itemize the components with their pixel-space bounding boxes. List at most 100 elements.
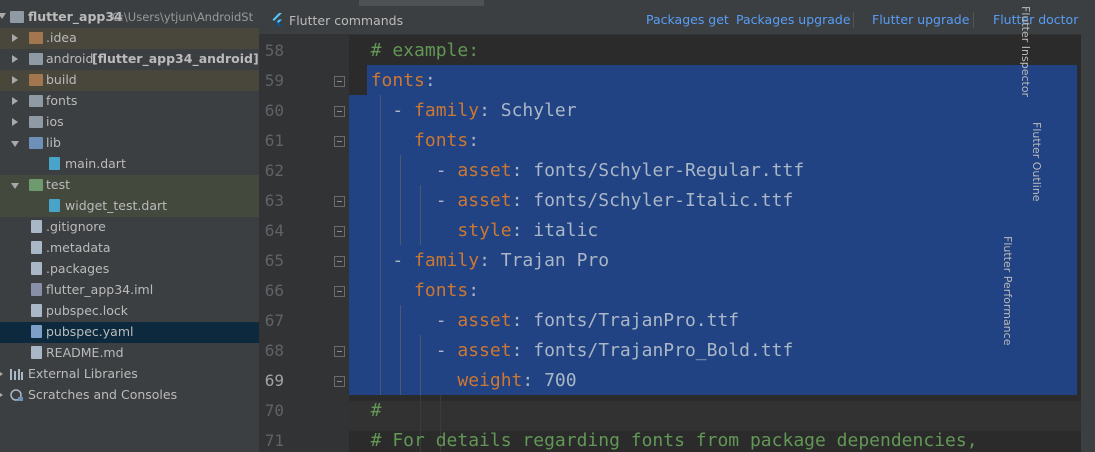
tree-item-external-libraries[interactable]: External Libraries [0, 364, 259, 385]
tree-item-iml[interactable]: flutter_app34.iml [0, 280, 259, 301]
text-file-icon [31, 262, 42, 275]
chevron-right-icon[interactable] [0, 370, 3, 378]
line-number: 68 [264, 341, 284, 360]
code-editor[interactable]: # example: fonts: - family: Schyler font… [349, 35, 1095, 452]
fold-marker-icon[interactable] [334, 226, 345, 237]
module-file-icon [31, 283, 42, 296]
code-line: - family: Trajan Pro [349, 250, 610, 271]
tree-item-metadata[interactable]: .metadata [0, 238, 259, 259]
fold-marker-icon[interactable] [334, 376, 345, 387]
fold-marker-icon[interactable] [334, 286, 345, 297]
tree-item-build[interactable]: build [0, 70, 259, 91]
chevron-down-icon[interactable] [11, 183, 19, 189]
tree-item-label: README.md [46, 345, 124, 360]
flutter-icon [272, 13, 282, 27]
packages-upgrade-link[interactable]: Packages upgrade [736, 12, 851, 27]
folder-icon [29, 116, 43, 128]
tree-item-label: ios [46, 114, 64, 129]
code-line: # For details regarding fonts from packa… [349, 430, 978, 451]
fold-marker-icon[interactable] [334, 106, 345, 117]
tree-item-label: flutter_app34.iml [46, 282, 154, 297]
chevron-right-icon[interactable] [12, 118, 18, 126]
chevron-down-icon[interactable] [11, 141, 19, 147]
tree-item-pubspec-yaml[interactable]: pubspec.yaml [0, 322, 259, 343]
tree-item-packages[interactable]: .packages [0, 259, 259, 280]
chevron-right-icon[interactable] [12, 76, 18, 84]
tree-item-label: test [46, 177, 71, 192]
code-line: style: italic [457, 220, 599, 241]
line-number: 71 [264, 431, 284, 450]
project-tree: flutter_app34 C:\Users\ytjun\AndroidSt .… [0, 0, 259, 452]
tree-item-android[interactable]: android [flutter_app34_android] [0, 49, 259, 70]
tree-item-pubspec-lock[interactable]: pubspec.lock [0, 301, 259, 322]
chevron-right-icon[interactable] [0, 391, 3, 399]
code-line: - asset: fonts/TrajanPro.ttf [349, 310, 740, 331]
tree-item-fonts[interactable]: fonts [0, 91, 259, 112]
library-icon [10, 369, 23, 380]
module-name: [flutter_app34_android] [92, 51, 259, 66]
excluded-folder-icon [29, 32, 43, 44]
flutter-upgrade-link[interactable]: Flutter upgrade [872, 12, 969, 27]
flutter-commands-title: Flutter commands [289, 13, 404, 28]
tree-root[interactable]: flutter_app34 C:\Users\ytjun\AndroidSt [0, 7, 259, 28]
packages-get-link[interactable]: Packages get [646, 12, 729, 27]
tree-item-ios[interactable]: ios [0, 112, 259, 133]
fold-marker-icon[interactable] [334, 196, 345, 207]
line-number: 58 [264, 41, 284, 60]
dart-file-icon [49, 199, 60, 212]
tree-item-test[interactable]: test [0, 175, 259, 196]
text-file-icon [31, 304, 42, 317]
selection-highlight [367, 65, 1077, 95]
tree-item-readme[interactable]: README.md [0, 343, 259, 364]
chevron-right-icon[interactable] [12, 55, 18, 63]
tree-item-label: build [46, 72, 77, 87]
code-line: - asset: fonts/Schyler-Italic.ttf [349, 190, 794, 211]
editor-area: Flutter commands Packages get Packages u… [259, 0, 1095, 452]
line-number: 61 [264, 131, 284, 150]
tree-item-gitignore[interactable]: .gitignore [0, 217, 259, 238]
line-number: 67 [264, 311, 284, 330]
tree-item-label: fonts [46, 93, 78, 108]
chevron-right-icon[interactable] [12, 34, 18, 42]
tree-item-label: .gitignore [46, 219, 106, 234]
line-number: 66 [264, 281, 284, 300]
code-line: fonts: [370, 70, 436, 91]
fold-marker-icon[interactable] [334, 76, 345, 87]
tree-item-main-dart[interactable]: main.dart [0, 154, 259, 175]
tree-item-label: .packages [46, 261, 110, 276]
line-number: 64 [264, 221, 284, 240]
tree-item-widget-test-dart[interactable]: widget_test.dart [0, 196, 259, 217]
tree-item-label: Scratches and Consoles [28, 387, 178, 402]
markdown-file-icon [31, 346, 42, 359]
tree-item-label: main.dart [65, 156, 126, 171]
root-path: C:\Users\ytjun\AndroidSt [112, 10, 254, 24]
folder-icon [29, 95, 43, 107]
source-folder-icon [29, 137, 43, 149]
flutter-doctor-link[interactable]: Flutter doctor [993, 12, 1078, 27]
code-line: - asset: fonts/Schyler-Regular.ttf [349, 160, 805, 181]
chevron-down-icon[interactable] [0, 13, 6, 19]
flutter-inspector-tab[interactable]: Flutter Inspector [1019, 6, 1032, 97]
chevron-right-icon[interactable] [12, 97, 18, 105]
code-line: fonts: [414, 280, 480, 301]
flutter-outline-tab[interactable]: Flutter Outline [1030, 122, 1043, 202]
toolbar-separator [973, 12, 974, 28]
flutter-performance-tab[interactable]: Flutter Performance [1001, 236, 1014, 345]
tree-item-label: pubspec.lock [46, 303, 129, 318]
tree-item-label: .idea [46, 30, 77, 45]
fold-marker-icon[interactable] [334, 136, 345, 147]
tree-item-scratches[interactable]: Scratches and Consoles [0, 385, 259, 406]
code-line: # example: [349, 40, 480, 61]
android-module-icon [29, 53, 43, 65]
yaml-file-icon [31, 325, 42, 338]
tree-item-idea[interactable]: .idea [0, 28, 259, 49]
test-folder-icon [29, 179, 43, 191]
line-number-gutter[interactable]: 58 59 60 61 62 63 64 65 66 67 68 69 70 7… [259, 35, 349, 452]
line-number: 65 [264, 251, 284, 270]
flutter-commands-bar: Flutter commands Packages get Packages u… [259, 6, 1095, 35]
tree-item-lib[interactable]: lib [0, 133, 259, 154]
fold-marker-icon[interactable] [334, 256, 345, 267]
dart-file-icon [49, 157, 60, 170]
fold-marker-icon[interactable] [334, 346, 345, 357]
code-line-current: weight: 700 [457, 370, 577, 391]
